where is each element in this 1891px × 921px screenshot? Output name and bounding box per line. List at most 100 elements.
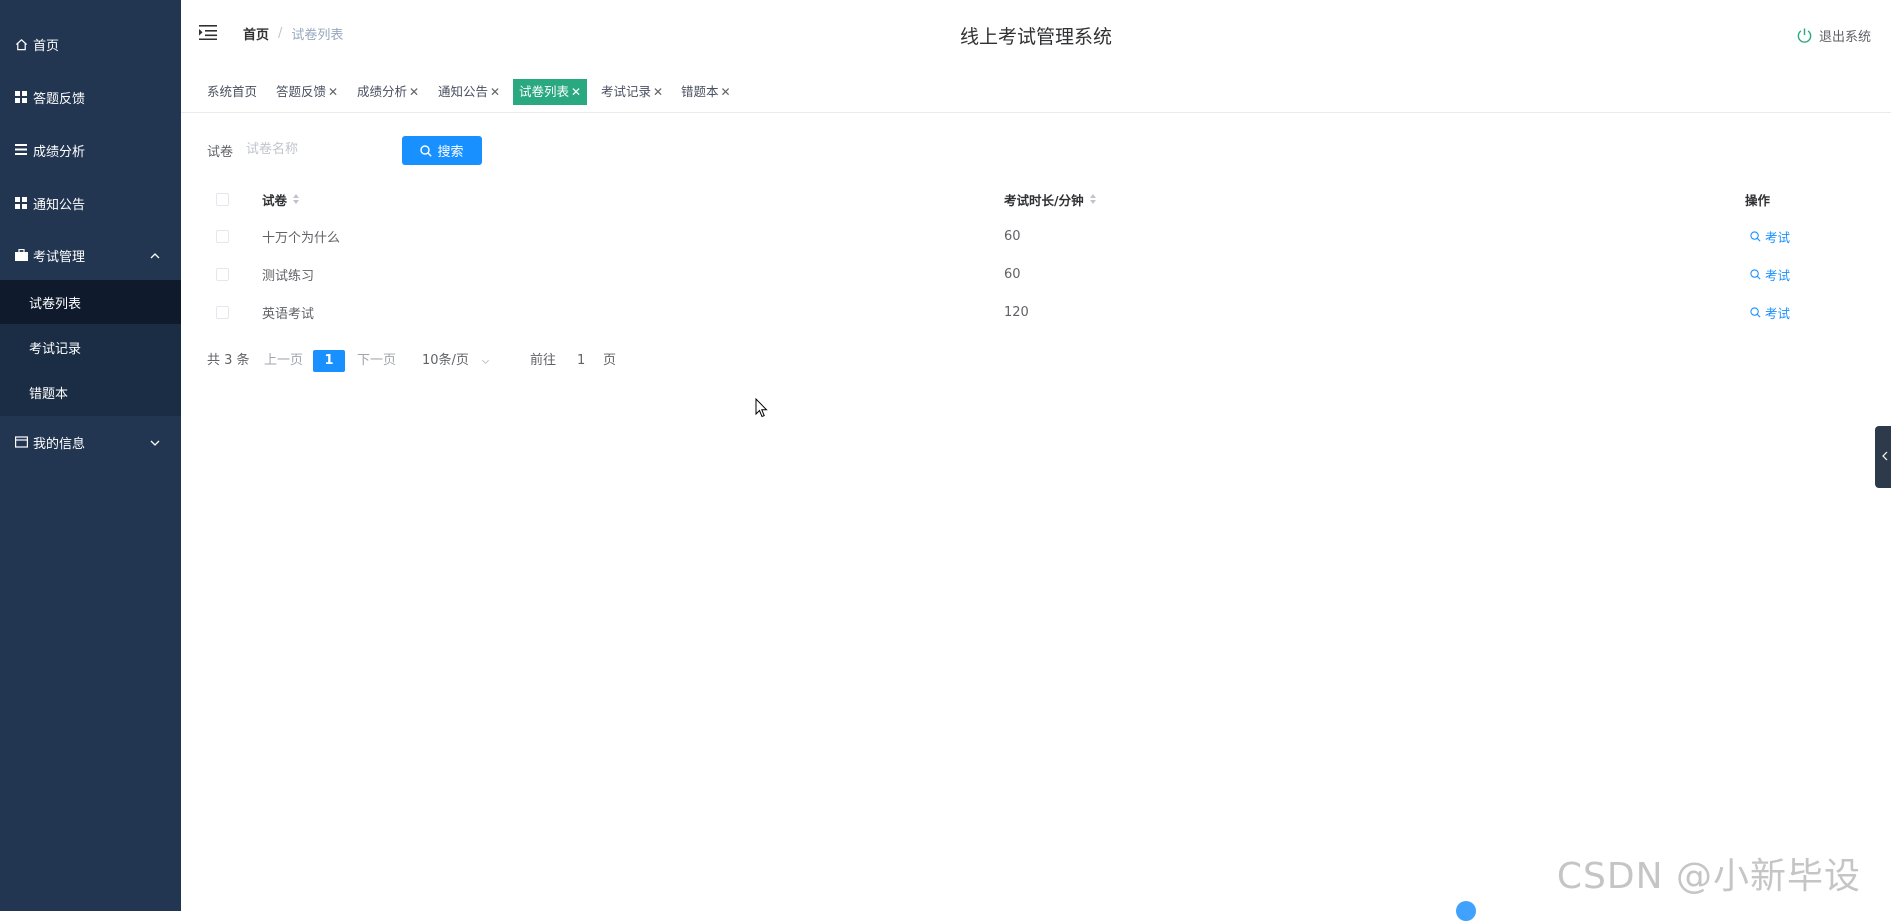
table-row: 十万个为什么 60 考试 [207,217,1867,255]
close-icon[interactable]: ✕ [571,85,581,99]
sidebar-item-label: 首页 [33,35,59,54]
duration-cell: 120 [1004,293,1029,331]
page-title: 线上考试管理系统 [181,22,1891,49]
prev-page-button[interactable]: 上一页 [264,350,303,372]
sidebar-item-home[interactable]: 首页 [0,18,181,71]
row-checkbox[interactable] [216,306,229,319]
floating-dot-icon [1456,901,1476,921]
take-exam-label: 考试 [1765,303,1790,322]
take-exam-label: 考试 [1765,265,1790,284]
sidebar: 首页 答题反馈 成绩分析 通知公告 考试管理 试卷列表 考试记录 [0,0,181,911]
sort-icon[interactable] [1090,193,1096,205]
goto-suffix: 页 [603,350,616,372]
sidebar-subitem-label: 试卷列表 [29,293,81,312]
tag-label: 试卷列表 [519,84,569,99]
close-icon[interactable]: ✕ [409,85,419,99]
sidebar-subitem-paper-list[interactable]: 试卷列表 [0,280,181,324]
search-icon [1750,269,1761,280]
sidebar-item-label: 通知公告 [33,194,85,213]
tag-label: 答题反馈 [276,84,326,99]
tag-wrong-questions[interactable]: 错题本✕ [675,79,737,105]
take-exam-label: 考试 [1765,227,1790,246]
breadcrumb-separator: / [278,26,282,41]
next-page-button[interactable]: 下一页 [357,350,396,372]
sidebar-item-label: 成绩分析 [33,141,85,160]
take-exam-button[interactable]: 考试 [1750,303,1790,322]
sidebar-item-notice[interactable]: 通知公告 [0,177,181,230]
tag-feedback[interactable]: 答题反馈✕ [270,79,344,105]
paper-name-cell: 英语考试 [262,293,314,331]
tag-system-home[interactable]: 系统首页 [201,79,263,105]
tag-paper-list[interactable]: 试卷列表✕ [513,79,587,105]
close-icon[interactable]: ✕ [490,85,500,99]
tag-notice[interactable]: 通知公告✕ [432,79,506,105]
checkbox[interactable] [216,193,229,206]
breadcrumb-current: 试卷列表 [291,24,343,43]
watermark: CSDN @小新毕设 [1557,847,1861,899]
take-exam-button[interactable]: 考试 [1750,227,1790,246]
search-icon [420,145,432,157]
breadcrumb-home[interactable]: 首页 [243,24,269,43]
page-number-current[interactable]: 1 [313,350,345,372]
duration-cell: 60 [1004,255,1021,293]
paper-name-input[interactable] [244,135,389,163]
duration-cell: 60 [1004,217,1021,255]
sort-icon[interactable] [293,193,299,205]
page-size-value: 10条/页 [422,350,469,372]
sidebar-subitem-label: 错题本 [29,383,68,402]
column-header-label: 考试时长/分钟 [1004,190,1084,209]
power-icon [1796,27,1813,44]
sidebar-item-exam-management[interactable]: 考试管理 [0,229,181,282]
mouse-cursor-icon [755,398,769,422]
sidebar-subitem-label: 考试记录 [29,338,81,357]
search-button-label: 搜索 [437,141,463,160]
tag-label: 系统首页 [207,84,257,99]
select-all-checkbox[interactable] [216,180,229,218]
chevron-left-icon [1882,451,1888,461]
take-exam-button[interactable]: 考试 [1750,265,1790,284]
sidebar-item-score-analysis[interactable]: 成绩分析 [0,124,181,177]
id-card-icon [14,436,28,450]
page-size-select[interactable]: 10条/页 [422,350,490,372]
row-checkbox[interactable] [216,230,229,243]
column-header-paper[interactable]: 试卷 [262,180,299,218]
sidebar-item-label: 答题反馈 [33,88,85,107]
tag-label: 错题本 [681,84,719,99]
search-icon [1750,231,1761,242]
tag-exam-records[interactable]: 考试记录✕ [595,79,669,105]
tags-view: 系统首页 答题反馈✕ 成绩分析✕ 通知公告✕ 试卷列表✕ 考试记录✕ 错题本✕ [181,76,1891,113]
column-header-label: 试卷 [262,190,287,209]
search-label: 试卷 [207,141,233,160]
breadcrumb: 首页 / 试卷列表 [243,24,343,43]
sidebar-subitem-exam-records[interactable]: 考试记录 [0,325,181,369]
close-icon[interactable]: ✕ [653,85,663,99]
sidebar-item-label: 考试管理 [33,246,85,265]
tag-label: 成绩分析 [357,84,407,99]
sidebar-item-label: 我的信息 [33,433,85,452]
sidebar-item-feedback[interactable]: 答题反馈 [0,71,181,124]
grid-icon [14,91,28,105]
logout-button[interactable]: 退出系统 [1796,26,1871,45]
pagination-total: 共 3 条 [207,350,250,372]
logout-label: 退出系统 [1819,26,1871,45]
sidebar-subitem-wrong-questions[interactable]: 错题本 [0,370,181,414]
top-header: 首页 / 试卷列表 线上考试管理系统 退出系统 [181,0,1891,68]
goto-page-input[interactable]: 1 [577,350,585,372]
close-icon[interactable]: ✕ [721,85,731,99]
list-icon [14,144,28,158]
settings-drawer-handle[interactable] [1875,426,1891,488]
search-button[interactable]: 搜索 [402,136,482,165]
home-icon [14,38,28,52]
close-icon[interactable]: ✕ [328,85,338,99]
sidebar-item-my-info[interactable]: 我的信息 [0,416,181,469]
table-header-row: 试卷 考试时长/分钟 操作 [207,180,1867,218]
menu-toggle-icon[interactable] [199,24,219,40]
tag-score-analysis[interactable]: 成绩分析✕ [351,79,425,105]
row-checkbox[interactable] [216,268,229,281]
column-header-duration[interactable]: 考试时长/分钟 [1004,180,1096,218]
paper-name-cell: 十万个为什么 [262,217,340,255]
grid-icon [14,197,28,211]
tag-label: 考试记录 [601,84,651,99]
chevron-down-icon [149,437,161,449]
search-icon [1750,307,1761,318]
